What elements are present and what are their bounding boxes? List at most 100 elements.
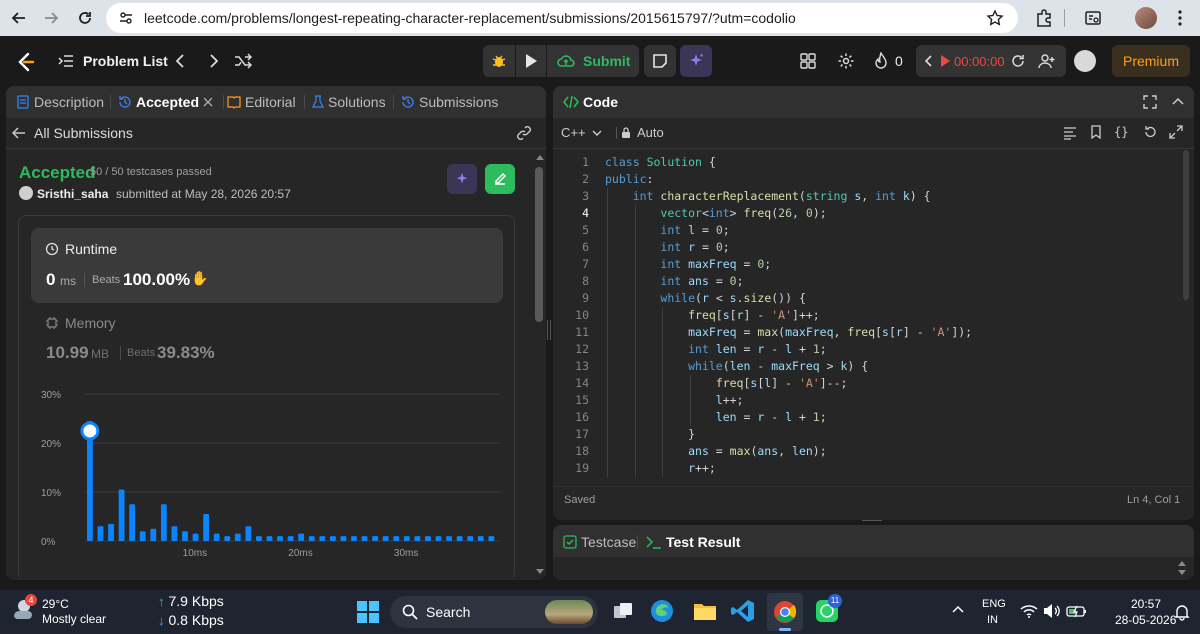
scroll-up-icon[interactable] [1178,560,1186,566]
extensions-icon[interactable] [1034,8,1054,28]
format-icon[interactable] [1063,126,1077,140]
code-scroll-thumb[interactable] [1183,150,1189,300]
code-line[interactable]: 15 l++; [553,392,1173,409]
vertical-splitter[interactable] [547,320,551,340]
timer-collapse-icon[interactable] [924,54,934,68]
vscode-icon[interactable] [731,599,755,623]
submit-button[interactable]: Submit [547,45,639,77]
notes-button[interactable] [644,45,676,77]
code-line[interactable]: 8 int ans = 0; [553,273,1173,290]
clock-time[interactable]: 20:57 [1131,597,1161,611]
settings-gear-icon[interactable] [837,52,855,70]
streak-counter[interactable]: 0 [873,52,903,70]
reset-code-icon[interactable] [1143,125,1157,139]
tab-test-result[interactable]: Test Result [646,534,740,550]
wifi-icon[interactable] [1020,604,1038,618]
tab-testcase[interactable]: Testcase [563,534,636,550]
code-line[interactable]: 19 r++; [553,460,1173,477]
premium-button[interactable]: Premium [1112,45,1190,77]
submitter-name[interactable]: Sristhi_saha [37,187,108,201]
layout-grid-icon[interactable] [800,53,816,69]
tab-editorial[interactable]: Editorial [227,94,296,110]
code-line[interactable]: 1 class Solution { [553,154,1173,171]
scroll-down-icon[interactable] [536,569,544,575]
code-line[interactable]: 14 freq[s[l] - 'A']--; [553,375,1173,392]
braces-icon[interactable]: {} [1114,125,1128,139]
runtime-card[interactable]: Runtime 0 ms Beats 100.00% ✋ [31,228,503,303]
collapse-panel-icon[interactable] [1172,96,1184,108]
site-info-icon[interactable] [118,10,134,26]
tab-solutions[interactable]: Solutions [312,94,386,110]
back-icon[interactable] [10,9,28,27]
ai-assist-button[interactable] [680,45,712,77]
tray-overflow-icon[interactable] [952,604,964,614]
add-friend-icon[interactable] [1038,53,1056,69]
timer-play-icon[interactable] [940,55,950,67]
leetcode-logo-icon[interactable] [16,52,36,72]
shuffle-icon[interactable] [234,53,252,69]
tab-accepted[interactable]: Accepted [118,94,213,110]
all-submissions-link[interactable]: All Submissions [12,125,133,141]
timer-reset-icon[interactable] [1010,53,1026,69]
tab-description[interactable]: Description [16,94,104,110]
code-line[interactable]: 18 ans = max(ans, len); [553,443,1173,460]
weather-widget-icon[interactable]: 4 [10,594,37,622]
forward-icon[interactable] [42,9,60,27]
close-tab-icon[interactable] [203,97,213,107]
scroll-down-icon[interactable] [1178,570,1186,576]
code-line[interactable]: 2 public: [553,171,1173,188]
language-eng[interactable]: ENG [982,598,1006,610]
whatsapp-icon[interactable]: 11 [815,594,842,623]
prev-problem-icon[interactable] [174,53,188,69]
address-bar[interactable]: leetcode.com/problems/longest-repeating-… [106,3,1018,33]
run-button[interactable] [516,45,546,77]
code-line[interactable]: 16 len = r - l + 1; [553,409,1173,426]
left-scrollbar[interactable] [533,148,546,580]
horizontal-splitter[interactable] [862,520,882,523]
debug-button[interactable] [483,45,515,77]
fullscreen-icon[interactable] [1143,95,1157,109]
code-line[interactable]: 13 while(len - maxFreq > k) { [553,358,1173,375]
chrome-taskbar-button[interactable] [767,593,803,631]
language-in[interactable]: IN [987,614,998,626]
battery-icon[interactable] [1066,604,1088,618]
bookmark-icon[interactable] [1090,125,1102,139]
code-line[interactable]: 17 } [553,426,1173,443]
code-line[interactable]: 7 int maxFreq = 0; [553,256,1173,273]
memory-header[interactable]: Memory [45,315,116,331]
notification-bell-icon[interactable] [1174,603,1190,621]
taskbar-search[interactable]: Search [390,596,598,628]
next-problem-icon[interactable] [206,53,220,69]
edit-solution-button[interactable] [485,164,515,194]
share-link-icon[interactable] [516,125,532,141]
clock-date[interactable]: 28-05-2026 [1115,613,1176,627]
code-line[interactable]: 9 while(r < s.size()) { [553,290,1173,307]
code-line[interactable]: 5 int l = 0; [553,222,1173,239]
reload-icon[interactable] [76,9,94,27]
tab-code[interactable]: Code [563,94,618,110]
left-scroll-thumb[interactable] [535,167,543,322]
task-view-icon[interactable] [612,600,634,622]
code-line[interactable]: 12 int len = r - l + 1; [553,341,1173,358]
volume-icon[interactable] [1043,603,1061,619]
auto-mode[interactable]: Auto [621,125,664,140]
expand-editor-icon[interactable] [1169,125,1183,139]
code-line[interactable]: 3 int characterReplacement(string s, int… [553,188,1173,205]
code-line[interactable]: 6 int r = 0; [553,239,1173,256]
windows-start-icon[interactable] [357,601,379,623]
profile-avatar[interactable] [1135,7,1157,29]
bookmark-star-icon[interactable] [986,9,1004,27]
user-avatar[interactable] [1074,50,1096,72]
code-line[interactable]: 10 freq[s[r] - 'A']++; [553,307,1173,324]
scroll-up-icon[interactable] [536,154,544,160]
runtime-distribution-chart[interactable]: 30% 20% 10% 0% 10ms 20ms 30ms [19,381,516,580]
code-scrollbar[interactable] [1181,150,1191,486]
bottom-scrollbar[interactable] [1175,557,1189,579]
problem-list-link[interactable]: Problem List [83,53,168,69]
tab-submissions[interactable]: Submissions [401,94,498,110]
code-editor[interactable]: 1 class Solution {2 public: 3 int character… [553,154,1173,477]
code-line[interactable]: 4 vector<int> freq(26, 0); [553,205,1173,222]
browser-menu-icon[interactable] [1177,9,1183,27]
language-selector[interactable]: C++ [561,125,602,140]
edge-browser-icon[interactable] [650,599,674,623]
